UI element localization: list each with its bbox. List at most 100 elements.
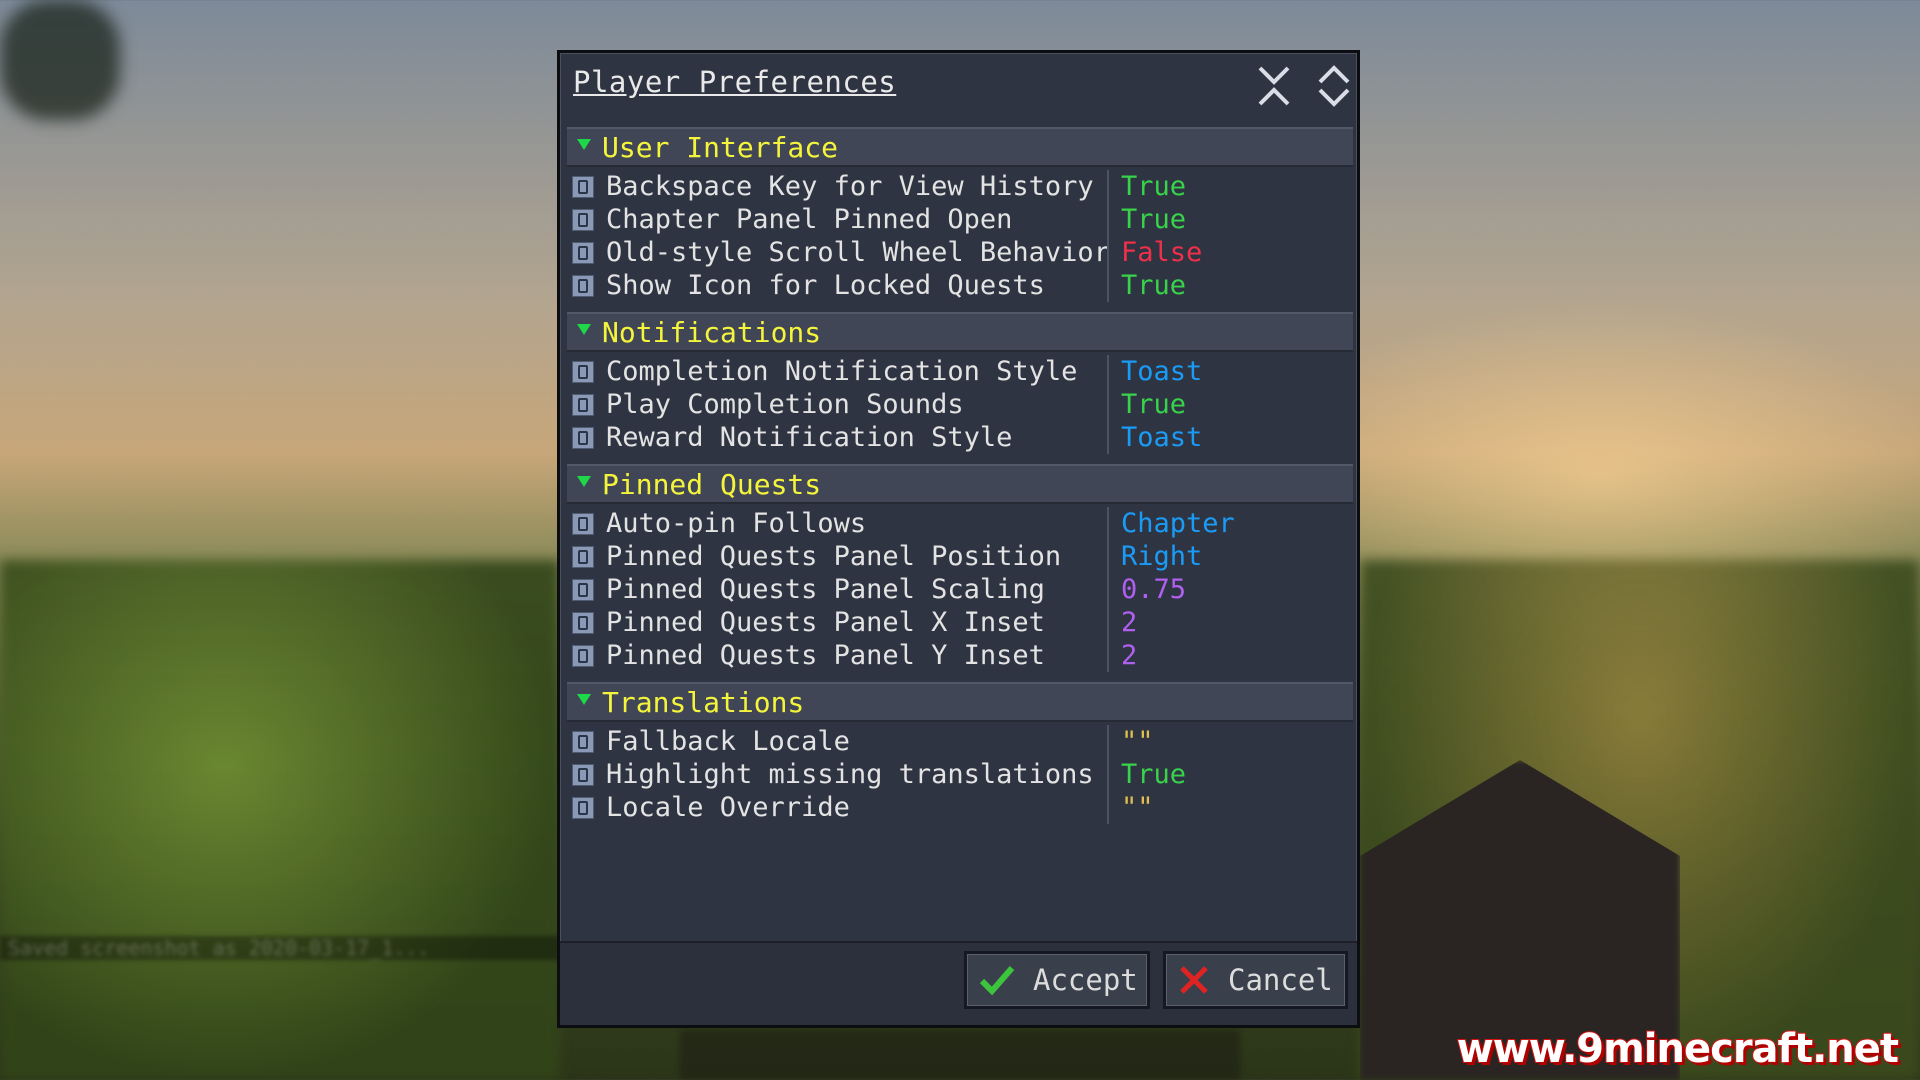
config-label: Pinned Quests Panel Position	[606, 541, 1062, 572]
section-title: Translations	[602, 685, 805, 719]
config-row: Completion Notification Style Toast	[567, 355, 1353, 388]
config-label: Pinned Quests Panel X Inset	[606, 607, 1045, 638]
section-rows: Completion Notification Style Toast Play C…	[567, 352, 1353, 454]
chat-message: Saved screenshot as 2020-03-17_1...	[0, 936, 568, 960]
player-pref-icon	[572, 426, 594, 449]
section-title: Notifications	[602, 315, 822, 349]
column-divider	[1107, 606, 1109, 639]
player-pref-icon	[572, 241, 594, 264]
config-label: Reward Notification Style	[606, 422, 1013, 453]
column-divider	[1107, 573, 1109, 606]
config-value[interactable]: False	[1121, 237, 1202, 268]
config-row: Auto-pin Follows Chapter	[567, 507, 1353, 540]
config-label: Fallback Locale	[606, 726, 850, 757]
config-section: Translations Fallback Locale "" Highlight m…	[567, 682, 1353, 824]
section-rows: Backspace Key for View History True Chapte…	[567, 167, 1353, 302]
collapse-all-icon	[1258, 66, 1290, 106]
section-header[interactable]: Notifications	[567, 312, 1353, 352]
column-divider	[1107, 507, 1109, 540]
column-divider	[1107, 421, 1109, 454]
section-rows: Fallback Locale "" Highlight missing trans…	[567, 722, 1353, 824]
column-divider	[1107, 170, 1109, 203]
expand-all-button[interactable]	[1311, 63, 1357, 109]
config-label: Backspace Key for View History	[606, 171, 1094, 202]
background-hotbar	[680, 1030, 1240, 1080]
player-pref-icon	[572, 644, 594, 667]
config-row: Show Icon for Locked Quests True	[567, 269, 1353, 302]
section-header[interactable]: Translations	[567, 682, 1353, 722]
player-pref-icon	[572, 611, 594, 634]
config-row: Pinned Quests Panel Position Right	[567, 540, 1353, 573]
config-value[interactable]: 2	[1121, 607, 1137, 638]
config-label: Play Completion Sounds	[606, 389, 964, 420]
player-pref-icon	[572, 360, 594, 383]
close-icon	[1180, 966, 1208, 994]
config-value[interactable]: True	[1121, 204, 1186, 235]
player-pref-icon	[572, 545, 594, 568]
config-section: User Interface Backspace Key for View His…	[567, 127, 1353, 302]
section-header[interactable]: User Interface	[567, 127, 1353, 167]
collapse-all-button[interactable]	[1251, 63, 1297, 109]
accept-button[interactable]: Accept	[964, 951, 1150, 1009]
config-value[interactable]: True	[1121, 171, 1186, 202]
config-row: Pinned Quests Panel Y Inset 2	[567, 639, 1353, 672]
dialog-title: Player Preferences	[573, 65, 897, 99]
config-label: Completion Notification Style	[606, 356, 1078, 387]
config-row: Old-style Scroll Wheel Behavior False	[567, 236, 1353, 269]
config-value[interactable]: ""	[1121, 792, 1154, 823]
player-pref-icon	[572, 730, 594, 753]
player-pref-icon	[572, 578, 594, 601]
expand-triangle-icon	[577, 138, 591, 150]
config-row: Chapter Panel Pinned Open True	[567, 203, 1353, 236]
player-pref-icon	[572, 393, 594, 416]
config-value[interactable]: Right	[1121, 541, 1202, 572]
expand-all-icon	[1318, 65, 1350, 107]
config-row: Fallback Locale ""	[567, 725, 1353, 758]
column-divider	[1107, 355, 1109, 388]
section-title: Pinned Quests	[602, 467, 822, 501]
column-divider	[1107, 791, 1109, 824]
player-pref-icon	[572, 796, 594, 819]
player-pref-icon	[572, 763, 594, 786]
config-row: Pinned Quests Panel X Inset 2	[567, 606, 1353, 639]
background-field-left	[0, 560, 560, 1080]
section-title: User Interface	[602, 130, 839, 164]
config-value[interactable]: 0.75	[1121, 574, 1186, 605]
config-label: Highlight missing translations	[606, 759, 1094, 790]
player-pref-icon	[572, 512, 594, 535]
config-row: Pinned Quests Panel Scaling 0.75	[567, 573, 1353, 606]
config-value[interactable]: True	[1121, 270, 1186, 301]
background-tree	[0, 0, 120, 120]
player-preferences-dialog: Player Preferences User Interface Backspa…	[557, 50, 1360, 1028]
expand-triangle-icon	[577, 693, 591, 705]
expand-triangle-icon	[577, 323, 591, 335]
player-pref-icon	[572, 175, 594, 198]
config-row: Backspace Key for View History True	[567, 170, 1353, 203]
watermark: www.9minecraft.net	[1456, 1025, 1900, 1073]
cancel-label: Cancel	[1228, 963, 1333, 997]
column-divider	[1107, 269, 1109, 302]
expand-triangle-icon	[577, 475, 591, 487]
config-label: Pinned Quests Panel Y Inset	[606, 640, 1045, 671]
config-value[interactable]: Chapter	[1121, 508, 1235, 539]
column-divider	[1107, 388, 1109, 421]
player-pref-icon	[572, 208, 594, 231]
config-value[interactable]: Toast	[1121, 422, 1202, 453]
config-value[interactable]: 2	[1121, 640, 1137, 671]
config-label: Auto-pin Follows	[606, 508, 867, 539]
dialog-footer: Accept Cancel	[560, 941, 1357, 1025]
config-value[interactable]: True	[1121, 759, 1186, 790]
config-section: Notifications Completion Notification Sty…	[567, 312, 1353, 454]
title-bar: Player Preferences	[560, 53, 1357, 115]
config-value[interactable]: ""	[1121, 726, 1154, 757]
column-divider	[1107, 540, 1109, 573]
player-pref-icon	[572, 274, 594, 297]
column-divider	[1107, 236, 1109, 269]
cancel-button[interactable]: Cancel	[1163, 951, 1348, 1009]
background-field-right	[1360, 560, 1920, 1080]
section-header[interactable]: Pinned Quests	[567, 464, 1353, 504]
config-value[interactable]: Toast	[1121, 356, 1202, 387]
column-divider	[1107, 725, 1109, 758]
config-value[interactable]: True	[1121, 389, 1186, 420]
config-row: Play Completion Sounds True	[567, 388, 1353, 421]
